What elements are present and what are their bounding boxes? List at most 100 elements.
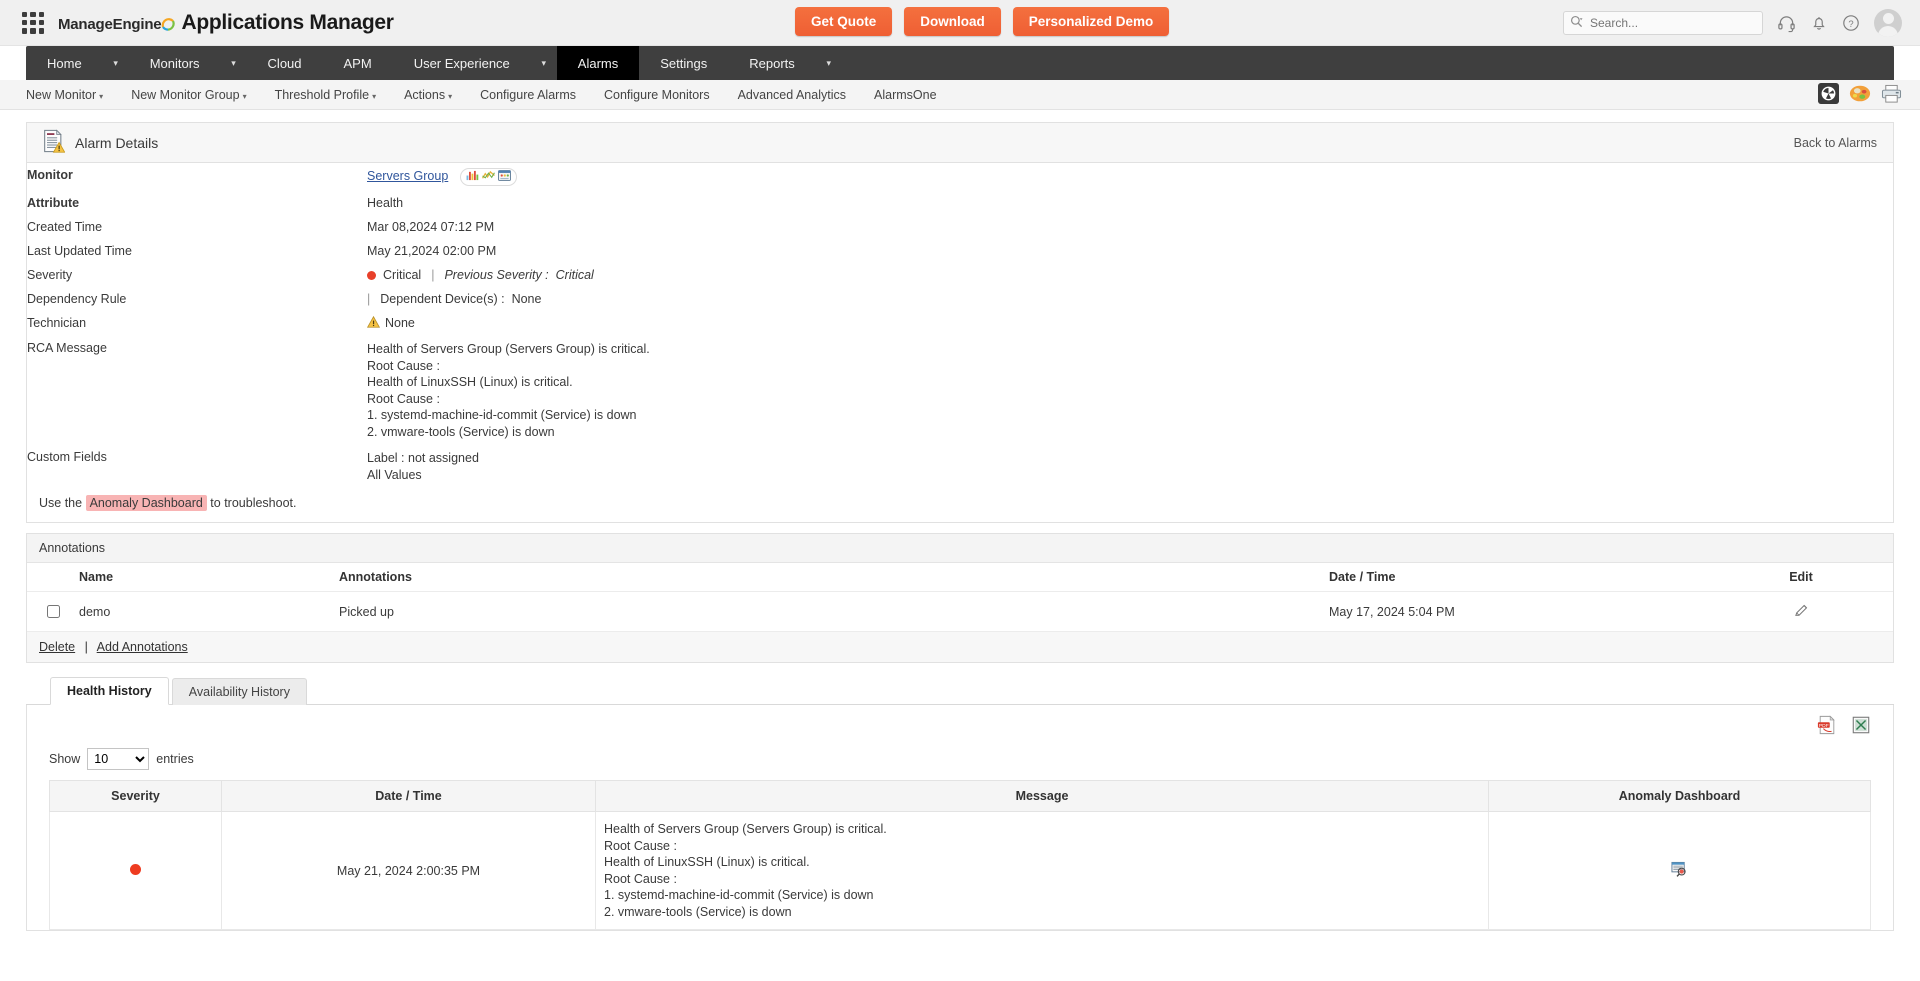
history-col-severity[interactable]: Severity	[50, 781, 222, 812]
table-row: May 21, 2024 2:00:35 PM Health of Server…	[50, 812, 1871, 930]
history-tabs: Health History Availability History	[26, 677, 1894, 705]
sub-item-configure-alarms[interactable]: Configure Alarms	[466, 88, 590, 102]
svg-text:?: ?	[1848, 19, 1853, 30]
back-to-alarms-link[interactable]: Back to Alarms	[1794, 136, 1877, 150]
show-label: Show	[49, 752, 80, 766]
history-col-datetime[interactable]: Date / Time	[222, 781, 596, 812]
detail-value-attribute: Health	[367, 191, 1893, 215]
history-message-line: Root Cause :	[604, 838, 1480, 855]
nav-item-user-experience[interactable]: User Experience	[393, 46, 531, 80]
sub-item-threshold-profile[interactable]: Threshold Profile▾	[261, 88, 391, 102]
history-cell-message: Health of Servers Group (Servers Group) …	[596, 812, 1489, 930]
get-quote-button[interactable]: Get Quote	[795, 7, 892, 36]
alarm-details-icon	[41, 129, 65, 156]
annotations-col-edit: Edit	[1709, 563, 1893, 592]
app-grid-icon[interactable]	[22, 12, 44, 34]
annotations-col-datetime: Date / Time	[1329, 563, 1709, 592]
detail-label-monitor: Monitor	[27, 163, 367, 191]
brand-logo[interactable]: ManageEngine Applications Manager	[58, 11, 394, 35]
anomaly-dashboard-icon[interactable]	[1671, 867, 1688, 881]
top-bar: ManageEngine Applications Manager Get Qu…	[0, 0, 1920, 46]
rca-line: Health of Servers Group (Servers Group) …	[367, 341, 1893, 358]
svg-text:PDF: PDF	[1819, 723, 1829, 729]
top-right-group: ?	[1563, 0, 1902, 46]
annotation-row-checkbox-cell	[27, 592, 79, 632]
sub-item-configure-monitors[interactable]: Configure Monitors	[590, 88, 724, 102]
detail-value-technician: None	[367, 311, 1893, 336]
nav-item-monitors[interactable]: Monitors	[129, 46, 221, 80]
tab-availability-history[interactable]: Availability History	[172, 678, 307, 705]
search-input[interactable]	[1588, 15, 1756, 31]
help-icon[interactable]: ?	[1842, 14, 1860, 32]
sub-item-actions[interactable]: Actions▾	[390, 88, 466, 102]
color-palette-icon[interactable]	[1849, 84, 1871, 106]
sub-item-new-monitor-group[interactable]: New Monitor Group▾	[117, 88, 260, 102]
detail-value-last-updated-time: May 21,2024 02:00 PM	[367, 239, 1893, 263]
nav-item-home[interactable]: Home	[26, 46, 103, 80]
alarm-details-table: Monitor Servers Group	[27, 163, 1893, 488]
sub-item-new-monitor-label: New Monitor	[26, 88, 96, 102]
annotations-select-all-header	[27, 563, 79, 592]
history-message-line: Root Cause :	[604, 871, 1480, 888]
annotations-header-row: Name Annotations Date / Time Edit	[27, 563, 1893, 592]
nav-caret-home-icon[interactable]: ▾	[103, 46, 129, 80]
annotations-col-annotations: Annotations	[339, 563, 1329, 592]
anomaly-dashboard-link[interactable]: Anomaly Dashboard	[86, 495, 207, 511]
detail-label-rca-message: RCA Message	[27, 336, 367, 445]
monitor-link[interactable]: Servers Group	[367, 169, 448, 183]
nav-item-settings[interactable]: Settings	[639, 46, 728, 80]
nav-caret-reports-icon[interactable]: ▾	[816, 46, 842, 80]
annotation-row-checkbox[interactable]	[47, 605, 60, 618]
custom-field-line: Label : not assigned	[367, 450, 1893, 467]
sub-item-alarmsone[interactable]: AlarmsOne	[860, 88, 951, 102]
search-box[interactable]	[1563, 11, 1763, 35]
nav-item-cloud[interactable]: Cloud	[247, 46, 323, 80]
table-view-icon[interactable]	[498, 170, 511, 184]
sub-item-advanced-analytics[interactable]: Advanced Analytics	[724, 88, 860, 102]
screenshot-icon[interactable]	[1818, 83, 1839, 107]
detail-row-custom-fields: Custom Fields Label : not assigned All V…	[27, 445, 1893, 488]
nav-item-reports[interactable]: Reports	[728, 46, 816, 80]
personalized-demo-button[interactable]: Personalized Demo	[1013, 7, 1170, 36]
anomaly-dashboard-note: Use the Anomaly Dashboard to troubleshoo…	[27, 488, 1893, 522]
notifications-bell-icon[interactable]	[1810, 14, 1828, 32]
severity-critical-dot-icon	[367, 271, 376, 280]
entries-per-page-select[interactable]: 10 25 50 100	[87, 748, 149, 770]
avatar[interactable]	[1874, 9, 1902, 37]
add-annotations-link[interactable]: Add Annotations	[97, 640, 188, 654]
dependency-separator: |	[367, 292, 370, 306]
history-col-message[interactable]: Message	[596, 781, 1489, 812]
nav-caret-user-experience-icon[interactable]: ▾	[531, 46, 557, 80]
line-chart-icon[interactable]	[482, 170, 495, 184]
history-col-anomaly-dashboard[interactable]: Anomaly Dashboard	[1489, 781, 1871, 812]
annotations-table: Name Annotations Date / Time Edit demo P…	[27, 563, 1893, 632]
print-icon[interactable]	[1881, 84, 1902, 107]
tab-health-history[interactable]: Health History	[50, 677, 169, 705]
download-button[interactable]: Download	[904, 7, 1001, 36]
sub-item-new-monitor[interactable]: New Monitor▾	[12, 88, 117, 102]
detail-label-technician: Technician	[27, 311, 367, 336]
edit-pencil-icon[interactable]	[1794, 607, 1809, 621]
detail-value-monitor: Servers Group	[367, 163, 1893, 191]
export-pdf-icon[interactable]: PDF	[1817, 715, 1837, 738]
show-entries-control: Show 10 25 50 100 entries	[27, 740, 1893, 780]
anomaly-note-prefix: Use the	[39, 496, 86, 510]
detail-row-created-time: Created Time Mar 08,2024 07:12 PM	[27, 215, 1893, 239]
detail-value-custom-fields: Label : not assigned All Values	[367, 445, 1893, 488]
alarm-details-header: Alarm Details Back to Alarms	[27, 123, 1893, 163]
technician-value: None	[385, 316, 415, 330]
top-cta-group: Get Quote Download Personalized Demo	[795, 7, 1169, 36]
bar-chart-icon[interactable]	[466, 170, 479, 184]
nav-item-apm[interactable]: APM	[323, 46, 393, 80]
chevron-down-icon: ▾	[243, 92, 247, 101]
export-excel-icon[interactable]	[1851, 715, 1871, 738]
history-export-toolbar: PDF	[27, 705, 1893, 740]
alarm-details-panel: Alarm Details Back to Alarms Monitor Ser…	[26, 122, 1894, 523]
nav-caret-monitors-icon[interactable]: ▾	[221, 46, 247, 80]
detail-label-attribute: Attribute	[27, 191, 367, 215]
history-cell-anomaly-dashboard	[1489, 812, 1871, 930]
support-headset-icon[interactable]	[1777, 14, 1796, 33]
delete-annotations-link[interactable]: Delete	[39, 640, 75, 654]
nav-item-alarms[interactable]: Alarms	[557, 46, 639, 80]
search-icon	[1570, 15, 1583, 31]
